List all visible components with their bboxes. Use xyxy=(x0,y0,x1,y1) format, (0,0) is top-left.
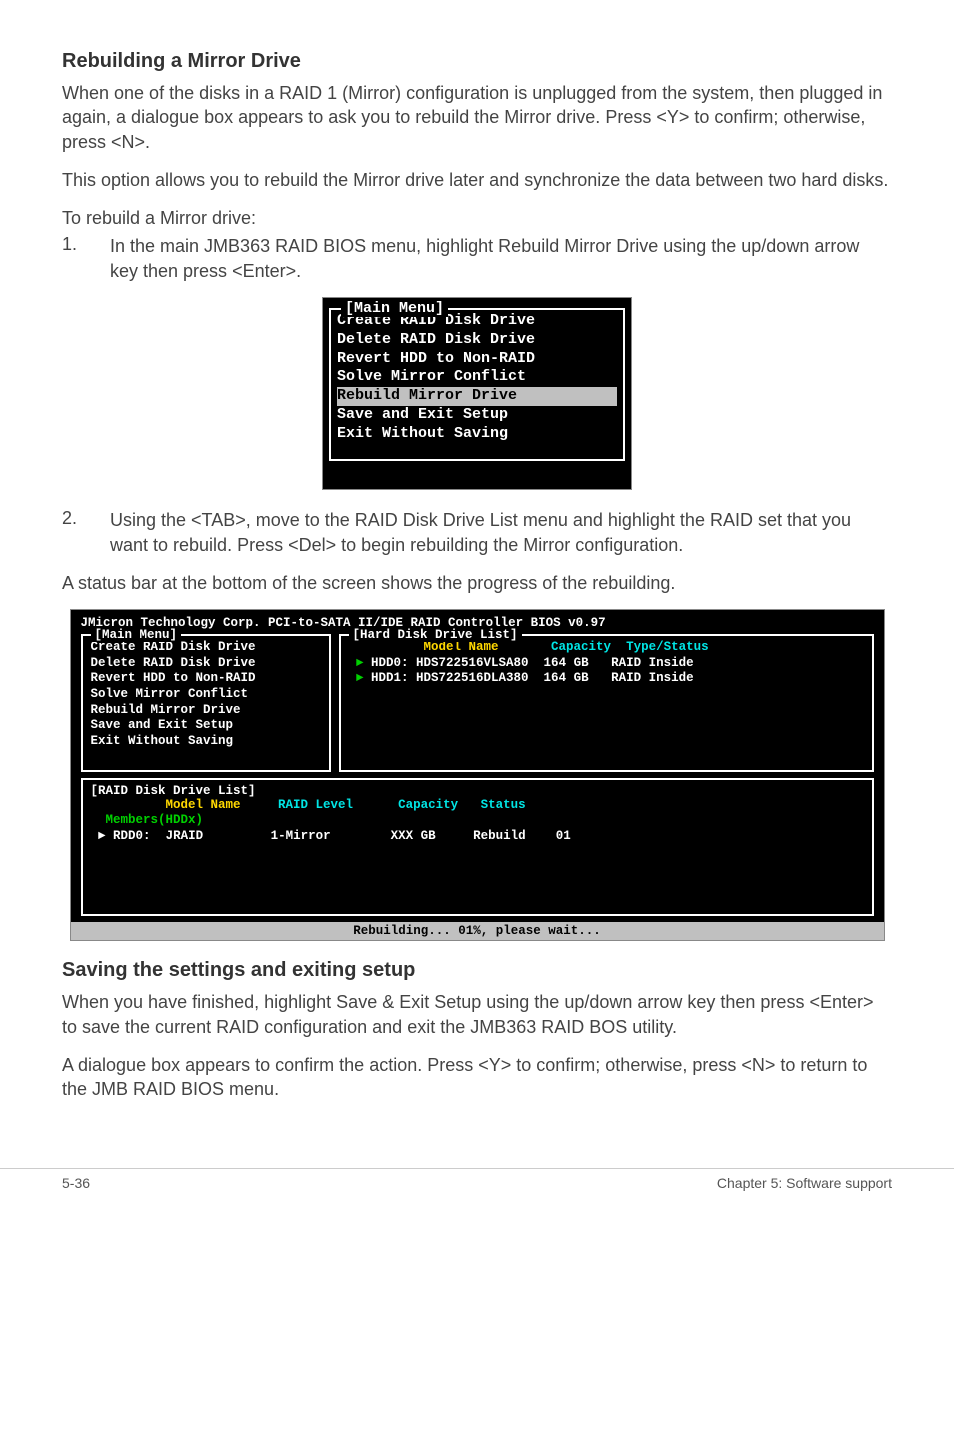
menu-item: Solve Mirror Conflict xyxy=(91,687,321,703)
paragraph: This option allows you to rebuild the Mi… xyxy=(62,168,892,192)
chapter-label: Chapter 5: Software support xyxy=(717,1175,892,1191)
col-header: Capacity xyxy=(398,798,458,812)
menu-item: Save and Exit Setup xyxy=(337,406,617,425)
section-title-rebuild: Rebuilding a Mirror Drive xyxy=(62,50,892,73)
step-text: In the main JMB363 RAID BIOS menu, highl… xyxy=(110,234,892,283)
menu-item: Delete RAID Disk Drive xyxy=(337,331,617,350)
status-bar: Rebuilding... 01%, please wait... xyxy=(71,922,884,940)
footer-rule xyxy=(0,1168,954,1169)
page-number: 5-36 xyxy=(62,1175,90,1191)
section-title-saving: Saving the settings and exiting setup xyxy=(62,959,892,982)
paragraph: To rebuild a Mirror drive: xyxy=(62,206,892,230)
col-header: Model Name xyxy=(424,640,499,654)
menu-item: Save and Exit Setup xyxy=(91,718,321,734)
table-row: ► RDD0: JRAID 1-Mirror XXX GB Rebuild 01 xyxy=(91,829,864,845)
menu-item: Exit Without Saving xyxy=(91,734,321,750)
menu-item: Exit Without Saving xyxy=(337,425,617,444)
menu-item: Revert HDD to Non-RAID xyxy=(337,350,617,369)
step-number: 1. xyxy=(62,234,110,255)
paragraph: When one of the disks in a RAID 1 (Mirro… xyxy=(62,81,892,154)
menu-item: Delete RAID Disk Drive xyxy=(91,656,321,672)
panel-title: [Main Menu] xyxy=(91,628,182,642)
menu-item: Rebuild Mirror Drive xyxy=(337,387,617,406)
menu-item: Revert HDD to Non-RAID xyxy=(91,671,321,687)
paragraph: A status bar at the bottom of the screen… xyxy=(62,571,892,595)
bios-main-menu-panel: [Main Menu] Create RAID Disk DriveDelete… xyxy=(81,634,331,771)
members-label xyxy=(91,813,106,827)
col-header: Model Name xyxy=(166,798,241,812)
members-label: Members(HDDx) xyxy=(106,813,204,827)
col-header: Status xyxy=(481,798,526,812)
bios-raid-list-panel: [RAID Disk Drive List] Model Name RAID L… xyxy=(81,778,874,917)
menu-item: Solve Mirror Conflict xyxy=(337,368,617,387)
col-header: Capacity xyxy=(551,640,611,654)
panel-title: [RAID Disk Drive List] xyxy=(91,784,256,798)
col-header: Type/Status xyxy=(626,640,709,654)
bios-hdd-list-panel: [Hard Disk Drive List] Model Name Capaci… xyxy=(339,634,874,771)
step-number: 2. xyxy=(62,508,110,529)
table-row: ► HDD0: HDS722516VLSA80 164 GB RAID Insi… xyxy=(349,656,864,672)
bios-full-screenshot: JMicron Technology Corp. PCI-to-SATA II/… xyxy=(70,609,885,941)
col-header: RAID Level xyxy=(278,798,353,812)
paragraph: When you have finished, highlight Save &… xyxy=(62,990,892,1039)
menu-title: [Main Menu] xyxy=(341,300,448,317)
paragraph: A dialogue box appears to confirm the ac… xyxy=(62,1053,892,1102)
table-row: ► HDD1: HDS722516DLA380 164 GB RAID Insi… xyxy=(349,671,864,687)
menu-item: Rebuild Mirror Drive xyxy=(91,703,321,719)
bios-main-menu-screenshot: [Main Menu] Create RAID Disk DriveDelete… xyxy=(322,297,632,490)
panel-title: [Hard Disk Drive List] xyxy=(349,628,522,642)
step-text: Using the <TAB>, move to the RAID Disk D… xyxy=(110,508,892,557)
menu-item: Create RAID Disk Drive xyxy=(91,640,321,656)
